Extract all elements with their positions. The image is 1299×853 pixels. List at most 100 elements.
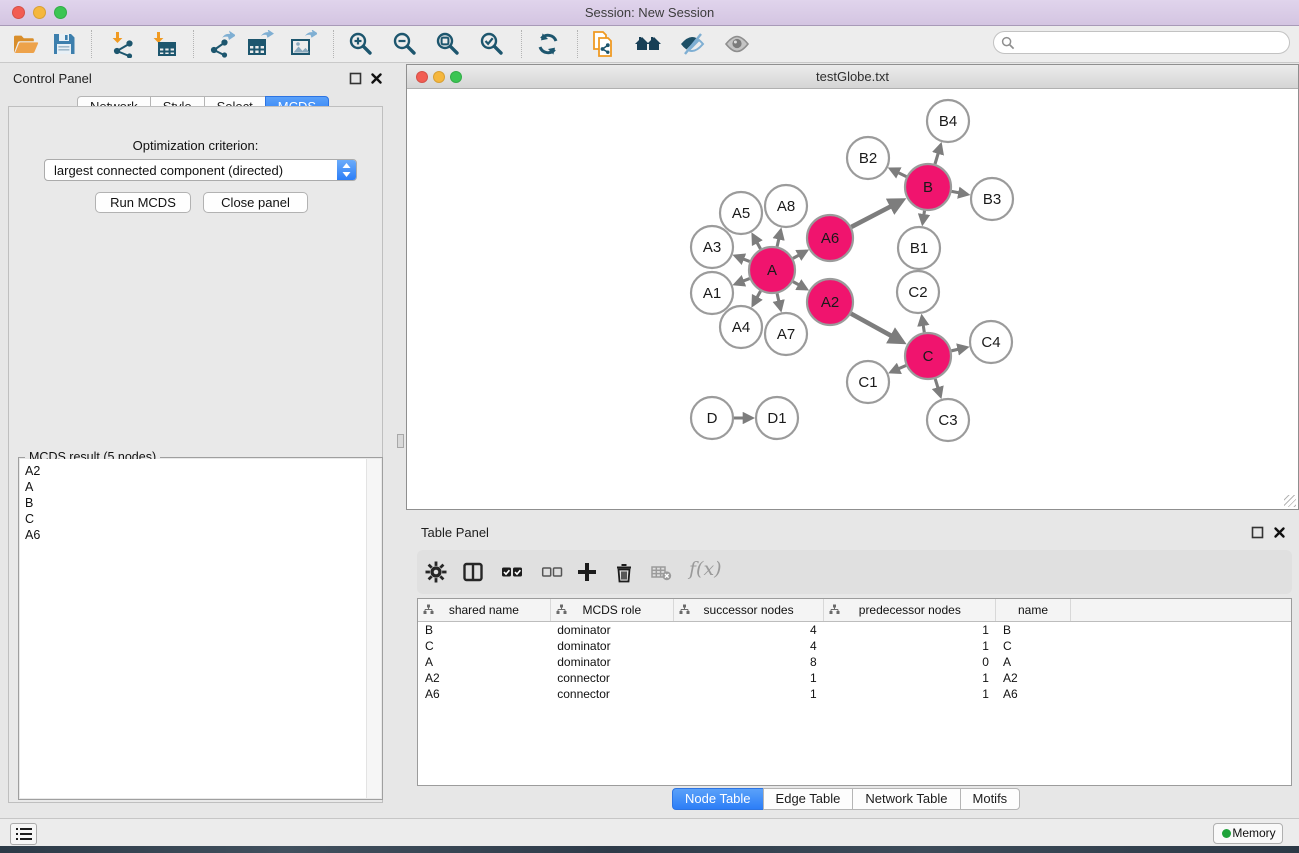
edge-B-B4[interactable] [935, 145, 941, 164]
table-row[interactable]: Bdominator41B [418, 622, 1292, 639]
graph-node-C3[interactable]: C3 [927, 399, 969, 441]
table-cell[interactable]: 1 [824, 638, 996, 654]
table-cell[interactable]: 4 [673, 638, 823, 654]
edge-A-A4[interactable] [753, 291, 761, 305]
edge-A-A7[interactable] [777, 293, 781, 309]
graph-node-D1[interactable]: D1 [756, 397, 798, 439]
table-cell[interactable]: B [418, 622, 550, 639]
zoom-window-button[interactable] [54, 6, 67, 19]
graph-node-B2[interactable]: B2 [847, 137, 889, 179]
task-history-button[interactable] [10, 823, 37, 845]
edge-A-A1[interactable] [735, 279, 749, 285]
graph-node-B[interactable]: B [905, 164, 951, 210]
scrollbar-track[interactable] [366, 459, 381, 798]
delete-columns-trash-icon[interactable] [613, 561, 635, 583]
search-input[interactable] [1020, 34, 1286, 53]
table-cell[interactable]: C [996, 638, 1070, 654]
graph-node-D[interactable]: D [691, 397, 733, 439]
mcds-result-item[interactable]: C [20, 511, 366, 527]
network-canvas[interactable]: B4B2BB3A8A5A6A3B1AA1C2A2A4A7C4CC1C3DD1 [407, 89, 1298, 510]
run-mcds-button[interactable]: Run MCDS [95, 192, 191, 213]
float-panel-icon[interactable] [1251, 526, 1264, 539]
tab-edge-table[interactable]: Edge Table [763, 788, 854, 810]
graph-node-A3[interactable]: A3 [691, 226, 733, 268]
select-all-checkboxes-icon[interactable] [501, 561, 523, 583]
table-cell[interactable] [1070, 622, 1292, 639]
graph-node-A[interactable]: A [749, 247, 795, 293]
window-resize-grip[interactable] [1284, 495, 1296, 507]
memory-button[interactable]: Memory [1213, 823, 1283, 844]
column-header-predecessor-nodes[interactable]: predecessor nodes [824, 599, 996, 622]
refresh-layout-button[interactable] [534, 30, 562, 58]
edge-A-A8[interactable] [777, 230, 781, 246]
graphics-details-eye-icon[interactable] [723, 30, 751, 58]
edge-A6-B[interactable] [851, 200, 902, 227]
tab-network-table[interactable]: Network Table [852, 788, 960, 810]
clone-network-view-button[interactable] [589, 30, 617, 58]
edge-C-C3[interactable] [935, 379, 940, 396]
mcds-result-item[interactable]: A [20, 479, 366, 495]
close-panel-icon[interactable] [370, 72, 383, 85]
tab-motifs[interactable]: Motifs [960, 788, 1021, 810]
graph-node-A5[interactable]: A5 [720, 192, 762, 234]
mcds-result-item[interactable]: B [20, 495, 366, 511]
table-cell[interactable]: A [996, 654, 1070, 670]
mcds-result-list[interactable]: A2ABCA6 [20, 459, 381, 798]
close-window-button[interactable] [12, 6, 25, 19]
table-cell[interactable] [1070, 670, 1292, 686]
search-field[interactable] [993, 31, 1290, 54]
column-header-successor-nodes[interactable]: successor nodes [673, 599, 823, 622]
table-cell[interactable] [1070, 654, 1292, 670]
close-view-button[interactable] [416, 71, 428, 83]
open-file-button[interactable] [11, 30, 39, 58]
minimize-window-button[interactable] [33, 6, 46, 19]
export-image-button[interactable] [289, 30, 317, 58]
table-cell[interactable]: 0 [824, 654, 996, 670]
table-cell[interactable]: B [996, 622, 1070, 639]
graph-node-C2[interactable]: C2 [897, 271, 939, 313]
deselect-all-checkboxes-icon[interactable] [541, 561, 563, 583]
graph-node-A7[interactable]: A7 [765, 313, 807, 355]
edge-B-B2[interactable] [891, 169, 907, 177]
edge-C-C1[interactable] [891, 366, 906, 373]
edge-A-A5[interactable] [753, 235, 761, 249]
export-network-button[interactable] [207, 30, 235, 58]
table-cell[interactable]: 1 [673, 670, 823, 686]
zoom-out-button[interactable] [391, 30, 419, 58]
edge-A-A6[interactable] [793, 251, 806, 258]
node-table[interactable]: shared nameMCDS rolesuccessor nodesprede… [418, 599, 1292, 702]
table-row[interactable]: A2connector11A2 [418, 670, 1292, 686]
table-row[interactable]: Adominator80A [418, 654, 1292, 670]
edge-A-A2[interactable] [793, 282, 806, 289]
edge-A2-C[interactable] [851, 314, 903, 342]
zoom-selected-button[interactable] [478, 30, 506, 58]
table-cell[interactable]: 1 [824, 686, 996, 702]
column-header-MCDS-role[interactable]: MCDS role [550, 599, 673, 622]
zoom-fit-button[interactable] [434, 30, 462, 58]
graph-node-B1[interactable]: B1 [898, 227, 940, 269]
close-panel-button[interactable]: Close panel [203, 192, 308, 213]
mcds-result-item[interactable]: A6 [20, 527, 366, 543]
table-row[interactable]: Cdominator41C [418, 638, 1292, 654]
mcds-result-item[interactable]: A2 [20, 463, 366, 479]
graph-node-B3[interactable]: B3 [971, 178, 1013, 220]
import-table-button[interactable] [150, 30, 178, 58]
show-all-views-home-button[interactable] [634, 30, 662, 58]
table-cell[interactable]: 1 [673, 686, 823, 702]
table-cell[interactable]: A2 [418, 670, 550, 686]
graph-node-A8[interactable]: A8 [765, 185, 807, 227]
table-cell[interactable]: A6 [418, 686, 550, 702]
table-cell[interactable]: connector [550, 686, 673, 702]
graph-node-C4[interactable]: C4 [970, 321, 1012, 363]
table-cell[interactable]: 8 [673, 654, 823, 670]
close-panel-icon[interactable] [1273, 526, 1286, 539]
float-panel-icon[interactable] [349, 72, 362, 85]
import-network-button[interactable] [109, 30, 137, 58]
table-row[interactable]: A6connector11A6 [418, 686, 1292, 702]
table-cell[interactable]: dominator [550, 622, 673, 639]
table-cell[interactable]: A [418, 654, 550, 670]
save-session-button[interactable] [50, 30, 78, 58]
table-cell[interactable]: A6 [996, 686, 1070, 702]
edge-C-C4[interactable] [951, 347, 966, 350]
column-header-name[interactable]: name [996, 599, 1070, 622]
